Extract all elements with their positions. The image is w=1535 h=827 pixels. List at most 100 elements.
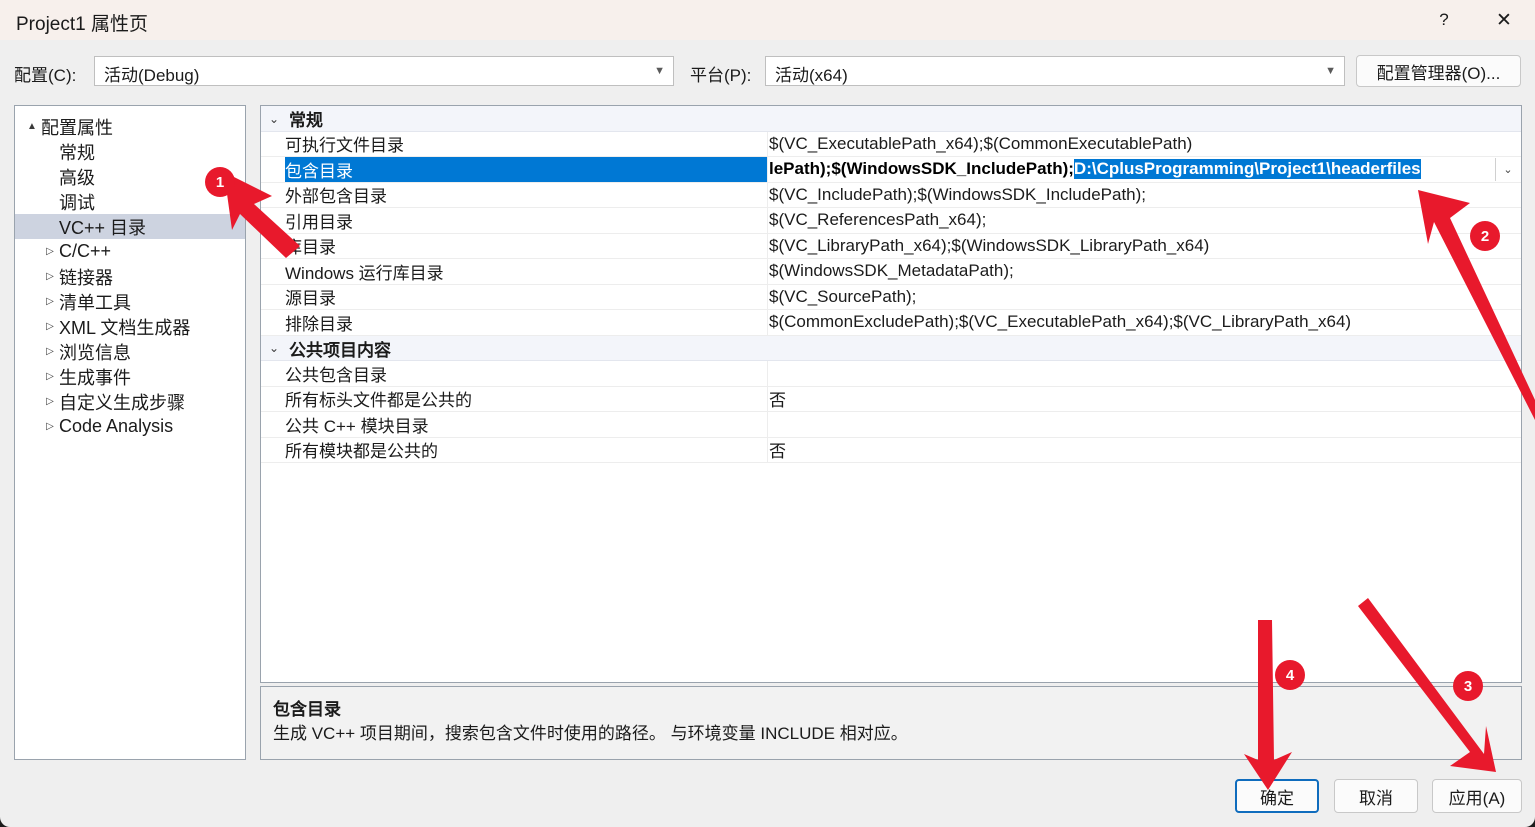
configuration-manager-button[interactable]: 配置管理器(O)... — [1356, 55, 1521, 87]
sidebar-item-10[interactable]: ▷ 生成事件 — [15, 364, 245, 389]
property-grid[interactable]: ⌄ 常规 可执行文件目录 $(VC_ExecutablePath_x64);$(Com… — [260, 105, 1522, 683]
chevron-collapsed-icon[interactable]: ▷ — [41, 346, 59, 357]
sidebar-item-label: C/C++ — [59, 241, 112, 261]
chevron-collapsed-icon[interactable]: ▷ — [41, 246, 59, 257]
table-row[interactable]: Windows 运行库目录 $(WindowsSDK_MetadataPath); — [261, 259, 1521, 285]
sidebar-item-4[interactable]: VC++ 目录 — [15, 214, 245, 239]
sidebar-item-label: 清单工具 — [59, 292, 131, 313]
column-divider — [767, 361, 768, 386]
property-value-cell[interactable]: $(CommonExcludePath);$(VC_ExecutablePath… — [769, 310, 1351, 335]
column-divider — [767, 131, 768, 156]
property-name-cell[interactable]: 外部包含目录 — [285, 183, 767, 208]
table-row[interactable]: 所有标头文件都是公共的否 — [261, 386, 1521, 412]
configuration-label: 配置(C): — [14, 66, 77, 85]
chevron-down-icon[interactable]: ⌄ — [269, 106, 279, 132]
column-divider — [767, 310, 768, 335]
cancel-button[interactable]: 取消 — [1334, 779, 1418, 813]
description-panel: 包含目录 生成 VC++ 项目期间，搜索包含文件时使用的路径。 与环境变量 IN… — [260, 686, 1522, 760]
chevron-collapsed-icon[interactable]: ▷ — [41, 296, 59, 307]
property-name-cell[interactable]: 引用目录 — [285, 208, 767, 233]
sidebar-item-5[interactable]: ▷ C/C++ — [15, 239, 245, 264]
table-row[interactable]: 排除目录 $(CommonExcludePath);$(VC_Executable… — [261, 310, 1521, 336]
sidebar-item-label: 自定义生成步骤 — [59, 392, 185, 413]
apply-button[interactable]: 应用(A) — [1432, 779, 1522, 813]
sidebar-item-11[interactable]: ▷ 自定义生成步骤 — [15, 389, 245, 414]
help-icon[interactable]: ? — [1421, 0, 1467, 40]
sidebar-item-label: XML 文档生成器 — [59, 317, 191, 338]
sidebar-item-label: 浏览信息 — [59, 342, 131, 363]
sidebar-item-8[interactable]: ▷ XML 文档生成器 — [15, 314, 245, 339]
chevron-collapsed-icon[interactable]: ▷ — [41, 421, 59, 432]
sidebar-item-1[interactable]: 常规 — [15, 139, 245, 164]
chevron-collapsed-icon[interactable]: ▷ — [41, 396, 59, 407]
table-row[interactable]: 库目录 $(VC_LibraryPath_x64);$(WindowsSDK_Li… — [261, 233, 1521, 259]
chevron-down-icon[interactable]: ⌄ — [269, 336, 279, 362]
property-value-cell[interactable]: 否 — [769, 438, 786, 463]
column-divider — [767, 386, 768, 411]
table-row[interactable]: 所有模块都是公共的否 — [261, 437, 1521, 463]
property-group-title: 常规 — [289, 111, 323, 131]
sidebar-item-12[interactable]: ▷ Code Analysis — [15, 414, 245, 439]
ok-button[interactable]: 确定 — [1235, 779, 1319, 813]
column-divider — [767, 412, 768, 437]
platform-label: 平台(P): — [690, 66, 752, 85]
column-divider — [767, 284, 768, 309]
sidebar-item-7[interactable]: ▷ 清单工具 — [15, 289, 245, 314]
close-icon[interactable]: ✕ — [1481, 0, 1527, 40]
property-group-header[interactable]: ⌄ 公共项目内容 — [261, 335, 1521, 362]
platform-value: 活动(x64) — [775, 66, 848, 85]
property-value-editor[interactable]: lePath);$(WindowsSDK_IncludePath); D:\Cpl… — [769, 157, 1499, 182]
property-value-cell[interactable]: $(WindowsSDK_MetadataPath); — [769, 259, 1014, 284]
property-name-cell[interactable]: 所有模块都是公共的 — [285, 438, 767, 463]
value-dropdown-chevron-icon[interactable]: ⌄ — [1495, 158, 1520, 181]
property-value-selected-text[interactable]: D:\CplusProgramming\Project1\headerfiles — [1073, 159, 1421, 180]
property-value-cell[interactable]: $(VC_LibraryPath_x64);$(WindowsSDK_Libra… — [769, 234, 1209, 259]
table-row[interactable]: 包含目录 lePath);$(WindowsSDK_IncludePath); D:… — [261, 157, 1521, 183]
property-grid-rows: ⌄ 常规 可执行文件目录 $(VC_ExecutablePath_x64);$(Com… — [261, 106, 1521, 463]
sidebar-item-6[interactable]: ▷ 链接器 — [15, 264, 245, 289]
table-row[interactable]: 公共包含目录 — [261, 361, 1521, 387]
sidebar-item-label: 链接器 — [59, 267, 113, 288]
chevron-down-icon: ▼ — [1325, 65, 1336, 77]
window-title: Project1 属性页 — [16, 14, 148, 35]
table-row[interactable]: 可执行文件目录 $(VC_ExecutablePath_x64);$(Common… — [261, 131, 1521, 157]
property-value-cell[interactable]: $(VC_ExecutablePath_x64);$(CommonExecuta… — [769, 132, 1192, 157]
configuration-tree[interactable]: ▲ 配置属性 常规 高级 调试 VC++ 目录 ▷ C/C++ ▷ 链接器 ▷ 清单工具 ▷ XML 文档… — [14, 105, 246, 760]
property-group-title: 公共项目内容 — [289, 340, 391, 360]
property-name-cell[interactable]: 排除目录 — [285, 310, 767, 335]
column-divider — [767, 157, 768, 182]
property-value-cell[interactable]: 否 — [769, 387, 786, 412]
chevron-down-icon: ▼ — [654, 65, 665, 77]
property-name-cell[interactable]: 可执行文件目录 — [285, 132, 767, 157]
table-row[interactable]: 源目录 $(VC_SourcePath); — [261, 284, 1521, 310]
annotation-badge-1: 1 — [205, 167, 235, 197]
property-value-cell[interactable]: $(VC_SourcePath); — [769, 285, 916, 310]
property-value-cell[interactable]: $(VC_IncludePath);$(WindowsSDK_IncludePa… — [769, 183, 1146, 208]
chevron-collapsed-icon[interactable]: ▷ — [41, 371, 59, 382]
column-divider — [767, 437, 768, 462]
property-name-cell[interactable]: 公共包含目录 — [285, 361, 767, 386]
sidebar-item-9[interactable]: ▷ 浏览信息 — [15, 339, 245, 364]
table-row[interactable]: 外部包含目录 $(VC_IncludePath);$(WindowsSDK_Inc… — [261, 182, 1521, 208]
tree-list: ▲ 配置属性 常规 高级 调试 VC++ 目录 ▷ C/C++ ▷ 链接器 ▷ 清单工具 ▷ XML 文档… — [15, 114, 245, 439]
chevron-collapsed-icon[interactable]: ▷ — [41, 321, 59, 332]
column-divider — [767, 259, 768, 284]
property-name-cell[interactable]: 公共 C++ 模块目录 — [285, 412, 767, 437]
sidebar-item-0[interactable]: ▲ 配置属性 — [15, 114, 245, 139]
property-name-cell[interactable]: 包含目录 — [285, 157, 767, 182]
chevron-expanded-icon[interactable]: ▲ — [23, 121, 41, 132]
configuration-value: 活动(Debug) — [104, 66, 200, 85]
property-group-header[interactable]: ⌄ 常规 — [261, 106, 1521, 132]
chevron-collapsed-icon[interactable]: ▷ — [41, 271, 59, 282]
table-row[interactable]: 引用目录 $(VC_ReferencesPath_x64); — [261, 208, 1521, 234]
table-row[interactable]: 公共 C++ 模块目录 — [261, 412, 1521, 438]
column-divider — [767, 233, 768, 258]
configuration-combobox[interactable]: 活动(Debug) ▼ — [94, 56, 674, 86]
property-value-cell[interactable]: $(VC_ReferencesPath_x64); — [769, 208, 986, 233]
property-name-cell[interactable]: 源目录 — [285, 285, 767, 310]
property-name-cell[interactable]: 库目录 — [285, 234, 767, 259]
platform-combobox[interactable]: 活动(x64) ▼ — [765, 56, 1345, 86]
property-name-cell[interactable]: Windows 运行库目录 — [285, 259, 767, 284]
property-pages-dialog: Project1 属性页 ? ✕ 配置(C): 活动(Debug) ▼ 平台(P… — [0, 0, 1535, 827]
property-name-cell[interactable]: 所有标头文件都是公共的 — [285, 387, 767, 412]
